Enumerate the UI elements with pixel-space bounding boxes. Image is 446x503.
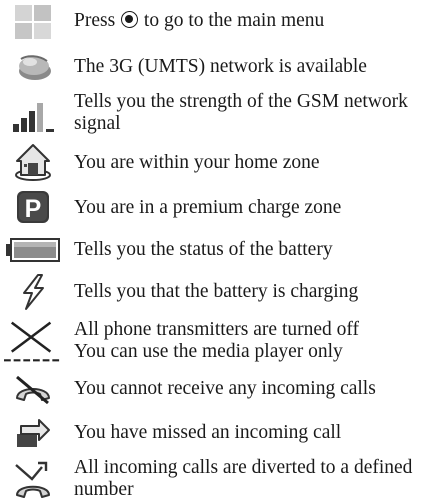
legend-row-main-menu: Press to go to the main menu xyxy=(0,2,446,42)
legend-text-main-menu: Press to go to the main menu xyxy=(74,10,325,31)
legend-row-missed-call: You have missed an incoming call xyxy=(0,412,446,454)
no-incoming-calls-icon xyxy=(4,368,62,410)
legend-row-call-divert: All incoming calls are diverted to a def… xyxy=(0,455,446,503)
legend-row-3g: The 3G (UMTS) network is available xyxy=(0,46,446,86)
legend-text-battery: Tells you the status of the battery xyxy=(74,239,333,260)
main-menu-grid-icon xyxy=(4,2,62,42)
legend-text-flight-mode: All phone transmitters are turned off Yo… xyxy=(74,319,360,362)
home-zone-icon xyxy=(4,141,62,183)
missed-call-icon xyxy=(4,412,62,454)
legend-text-signal: Tells you the strength of the GSM networ… xyxy=(74,91,408,134)
premium-charge-zone-icon: P xyxy=(4,186,62,228)
signal-strength-icon xyxy=(4,89,62,139)
legend-text-charging: Tells you that the battery is charging xyxy=(74,281,359,302)
legend-text-premium: You are in a premium charge zone xyxy=(74,197,342,218)
battery-status-icon xyxy=(4,231,62,269)
legend-text-call-divert: All incoming calls are diverted to a def… xyxy=(74,457,413,500)
legend-row-charging: Tells you that the battery is charging xyxy=(0,271,446,313)
legend-row-premium: P You are in a premium charge zone xyxy=(0,186,446,228)
battery-charging-icon xyxy=(4,271,62,313)
legend-text-3g: The 3G (UMTS) network is available xyxy=(74,56,367,77)
legend-row-no-incoming: You cannot receive any incoming calls xyxy=(0,368,446,410)
legend-row-signal: Tells you the strength of the GSM networ… xyxy=(0,89,446,139)
legend-row-flight-mode: All phone transmitters are turned off Yo… xyxy=(0,316,446,366)
flight-mode-icon xyxy=(4,316,62,366)
legend-row-home-zone: You are within your home zone xyxy=(0,141,446,183)
legend-row-battery: Tells you the status of the battery xyxy=(0,231,446,269)
svg-text:P: P xyxy=(25,195,42,223)
select-key-icon xyxy=(121,11,139,28)
legend-text-no-incoming: You cannot receive any incoming calls xyxy=(74,378,376,399)
legend-text-home-zone: You are within your home zone xyxy=(74,152,320,173)
legend-text-missed-call: You have missed an incoming call xyxy=(74,422,342,443)
call-divert-icon xyxy=(4,455,62,503)
3g-umts-network-icon xyxy=(4,46,62,86)
